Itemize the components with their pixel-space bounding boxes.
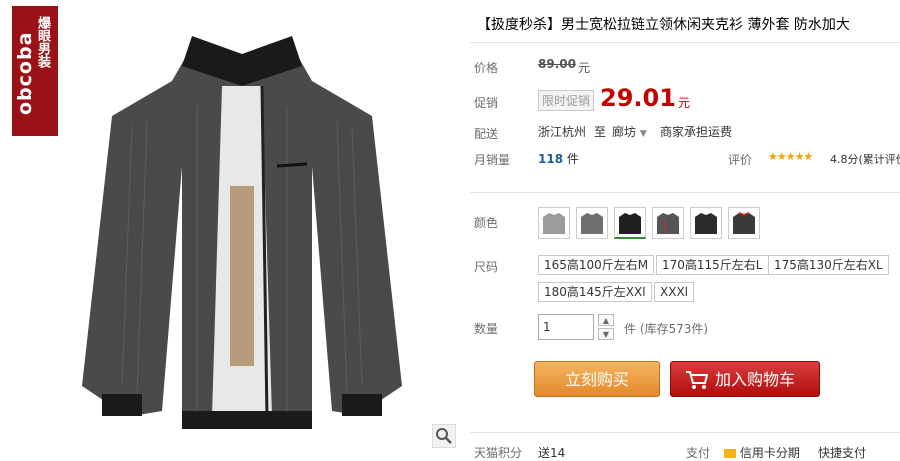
promo-label: 促销 xyxy=(474,96,499,110)
credit-card-icon xyxy=(724,449,736,458)
shipping-note: 商家承担运费 xyxy=(660,125,733,139)
quantity-decrease-icon[interactable]: ▼ xyxy=(598,328,614,340)
divider xyxy=(470,42,900,43)
divider xyxy=(470,432,900,433)
promo-currency: 元 xyxy=(678,96,691,110)
quantity-increase-icon[interactable]: ▲ xyxy=(598,314,614,326)
product-jacket-image xyxy=(82,36,402,429)
price-label: 价格 xyxy=(474,61,499,75)
shipping-label: 配送 xyxy=(474,127,499,141)
color-label: 颜色 xyxy=(474,216,499,230)
payment-fast[interactable]: 快捷支付 xyxy=(818,444,866,461)
color-swatch-light-gray[interactable] xyxy=(538,207,570,239)
stock-info: 件 (库存573件) xyxy=(624,322,709,336)
points-label: 天猫积分 xyxy=(474,446,523,460)
size-option-xl[interactable]: 175高130斤左右XL xyxy=(768,255,889,275)
original-price: 89.00 xyxy=(538,57,576,71)
shipping-destination-text: 廊坊 xyxy=(612,125,637,139)
brand-chinese-name: 爆眼男装 xyxy=(35,16,50,68)
rating-stars-icon: ★★★★★ xyxy=(768,150,813,163)
shipping-destination[interactable]: 廊坊 ▼ xyxy=(612,123,647,140)
divider xyxy=(470,192,900,193)
payment-credit-installment[interactable]: 信用卡分期 xyxy=(724,444,800,461)
buy-now-button[interactable]: 立刻购买 xyxy=(534,361,660,397)
shipping-origin: 浙江杭州 xyxy=(538,125,587,139)
zoom-icon[interactable] xyxy=(432,424,456,448)
quantity-input[interactable]: 1 xyxy=(538,314,594,340)
original-price-currency: 元 xyxy=(578,61,591,75)
product-image-panel[interactable]: obcoba 爆眼男装 xyxy=(12,6,456,450)
cart-icon xyxy=(686,371,709,389)
promo-price: 29.01 xyxy=(600,84,676,112)
payment-label: 支付 xyxy=(686,446,711,460)
color-swatch-dark[interactable] xyxy=(690,207,722,239)
monthly-sales-label: 月销量 xyxy=(474,153,511,167)
color-swatch-red-lined[interactable] xyxy=(728,207,760,239)
add-to-cart-button[interactable]: 加入购物车 xyxy=(670,361,820,397)
monthly-sales-value: 118 件 xyxy=(538,152,579,166)
product-title: 【扱度秒杀】男士宽松拉链立领休闲夹克衫 薄外套 防水加大 xyxy=(477,17,850,33)
rating-label: 评价 xyxy=(728,153,753,167)
size-option-xxl[interactable]: 180高145斤左XXl xyxy=(538,282,652,302)
promo-tag: 限时促销 xyxy=(538,90,595,111)
payment-credit-label: 信用卡分期 xyxy=(739,446,800,460)
shipping-to-prefix: 至 xyxy=(594,125,607,139)
rating-score[interactable]: 4.8分(累计评价 xyxy=(830,151,900,167)
color-swatch-list xyxy=(538,207,760,239)
size-label: 尺码 xyxy=(474,260,499,274)
quantity-label: 数量 xyxy=(474,322,499,336)
chevron-down-icon: ▼ xyxy=(639,129,647,139)
color-swatch-gray[interactable] xyxy=(576,207,608,239)
brand-logo: obcoba 爆眼男装 xyxy=(12,6,58,136)
points-text: 送14 xyxy=(538,446,566,460)
color-swatch-striped[interactable] xyxy=(652,207,684,239)
size-option-m[interactable]: 165高100斤左右M xyxy=(538,255,655,275)
add-to-cart-label: 加入购物车 xyxy=(715,370,796,389)
color-swatch-black[interactable] xyxy=(614,207,646,239)
size-option-l[interactable]: 170高115斤左右L xyxy=(656,255,769,275)
size-option-xxxl[interactable]: XXXl xyxy=(654,282,694,302)
